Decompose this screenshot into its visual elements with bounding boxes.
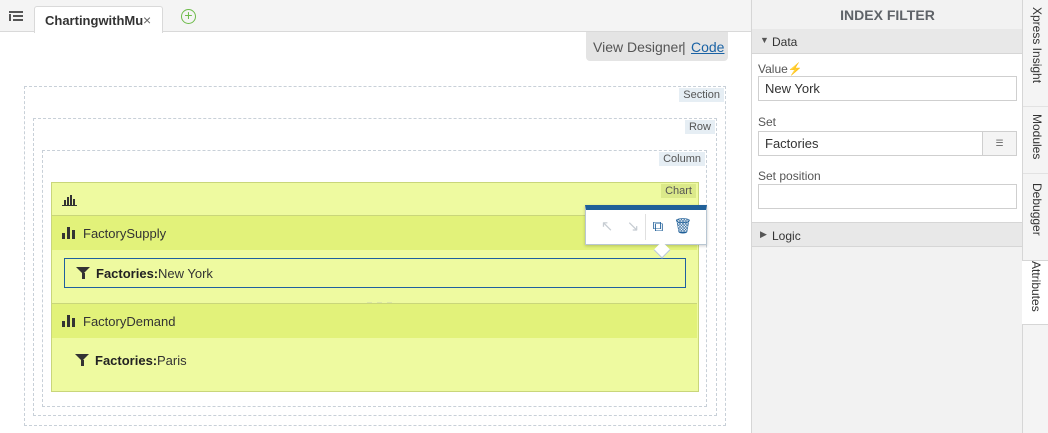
filter-value: Paris xyxy=(157,353,187,368)
data-section-label: Data xyxy=(772,35,798,49)
attributes-panel: INDEX FILTER ▼ Data Value⚡ New York Set … xyxy=(751,0,1023,433)
value-label: Value⚡ xyxy=(758,62,803,76)
series-icon xyxy=(62,227,76,239)
set-position-input[interactable] xyxy=(758,184,1017,209)
series-factory-demand[interactable]: FactoryDemand xyxy=(52,303,697,338)
side-tab-strip: Xpress Insight Modules Debugger Attribut… xyxy=(1022,0,1048,433)
tab-label: Debugger xyxy=(1030,183,1044,236)
tab-attributes[interactable]: Attributes xyxy=(1022,260,1048,325)
logic-section-header[interactable]: ▶ Logic xyxy=(752,222,1023,247)
tab-label: Attributes xyxy=(1029,261,1043,312)
tab-modules[interactable]: Modules xyxy=(1023,114,1048,174)
row-tag: Row xyxy=(684,120,715,134)
view-separator: | xyxy=(682,39,686,55)
tab-label: ChartingwithMu xyxy=(45,13,144,28)
set-picker-icon[interactable]: ☰ xyxy=(982,131,1017,156)
series-icon xyxy=(62,315,76,327)
tab-label: Xpress Insight xyxy=(1030,7,1044,84)
tab-debugger[interactable]: Debugger xyxy=(1023,183,1048,253)
lightning-icon: ⚡ xyxy=(787,62,803,76)
tab-xpress-insight[interactable]: Xpress Insight xyxy=(1023,7,1048,107)
funnel-icon xyxy=(76,267,90,279)
chart-tag: Chart xyxy=(661,184,696,198)
delete-icon[interactable]: 🗑 xyxy=(672,216,694,238)
filter-key: Factories: xyxy=(96,266,159,281)
set-position-label: Set position xyxy=(758,169,821,183)
caret-down-icon: ▼ xyxy=(760,35,769,45)
view-switcher: View Designer | Code xyxy=(586,32,728,61)
section-tag: Section xyxy=(679,88,724,102)
set-label: Set xyxy=(758,115,777,129)
index-filter-paris[interactable]: Factories: Paris xyxy=(64,346,686,376)
move-down-icon[interactable]: ↘ xyxy=(622,216,644,238)
value-input[interactable]: New York xyxy=(758,76,1017,101)
panel-title: INDEX FILTER xyxy=(840,7,935,23)
funnel-icon xyxy=(75,354,89,366)
data-section-header[interactable]: ▼ Data xyxy=(752,29,1023,54)
copy-icon[interactable]: ⧉ xyxy=(647,216,669,238)
tab-chartingwithmu[interactable]: ChartingwithMu × xyxy=(34,6,163,33)
bar-chart-icon xyxy=(62,194,77,206)
column-tag: Column xyxy=(659,152,705,166)
set-input[interactable]: Factories xyxy=(758,131,983,156)
tab-label: Modules xyxy=(1030,114,1044,160)
logic-section-label: Logic xyxy=(772,229,801,243)
caret-right-icon: ▶ xyxy=(760,229,767,239)
toolbar-divider xyxy=(645,214,646,240)
menu-icon[interactable] xyxy=(9,11,23,22)
close-icon[interactable]: × xyxy=(143,12,151,28)
series-label: FactoryDemand xyxy=(83,314,176,329)
add-tab-icon[interactable]: + xyxy=(181,8,196,24)
index-filter-new-york[interactable]: Factories: New York xyxy=(64,258,686,288)
move-up-icon[interactable]: ↖ xyxy=(596,216,618,238)
series-label: FactorySupply xyxy=(83,226,167,241)
filter-key: Factories: xyxy=(95,353,158,368)
data-section-body: Value⚡ New York Set Factories ☰ Set posi… xyxy=(752,54,1023,222)
tab-bar: ChartingwithMu × + xyxy=(0,0,751,33)
view-designer-label: View Designer xyxy=(593,39,684,55)
code-link[interactable]: Code xyxy=(691,39,724,55)
component-toolbar: ↖ ↘ ⧉ 🗑 xyxy=(585,205,707,245)
filter-value: New York xyxy=(158,266,213,281)
